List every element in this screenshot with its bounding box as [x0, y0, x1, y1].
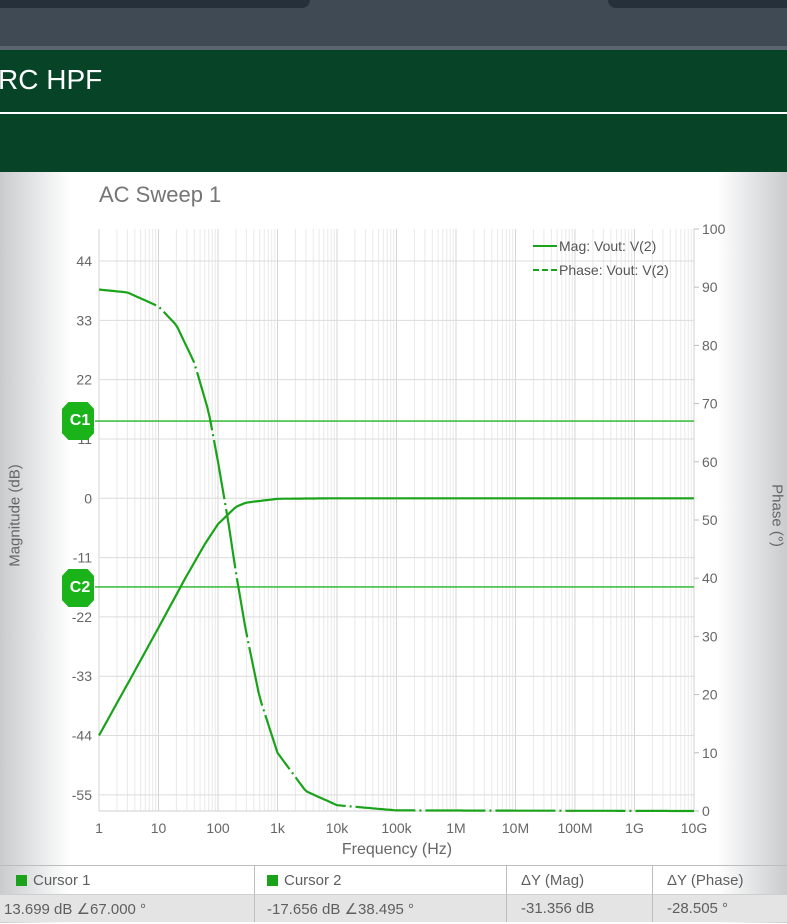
cursor-2-header-label: Cursor 2 — [284, 871, 342, 889]
cursor-1-handle[interactable]: C1 — [62, 402, 94, 440]
cursor-1-header-label: Cursor 1 — [33, 871, 91, 889]
y-left-tick-label: -33 — [72, 668, 92, 684]
y-axis-left-title: Magnitude (dB) — [6, 464, 24, 567]
legend-solid-swatch — [533, 245, 557, 247]
y-right-tick-label: 50 — [702, 512, 718, 528]
y-left-tick-label: -22 — [72, 609, 92, 625]
legend: Mag: Vout: V(2) Phase: Vout: V(2) — [533, 234, 669, 282]
x-tick-label: 1G — [625, 820, 644, 836]
y-left-tick-label: 0 — [84, 490, 92, 506]
y-right-tick-label: 30 — [702, 628, 718, 644]
y-axis-right-title: Phase (°) — [768, 484, 786, 547]
cursor-lines — [95, 420, 694, 588]
delta-mag-header: ΔY (Mag) — [507, 866, 653, 894]
y-right-tick-label: 90 — [702, 279, 718, 295]
y-left-tick-label: -44 — [72, 728, 92, 744]
legend-label-mag: Mag: Vout: V(2) — [559, 238, 657, 254]
delta-phase-header: ΔY (Phase) — [667, 871, 744, 889]
x-tick-label: 100k — [381, 820, 412, 836]
x-tick-label: 1 — [95, 820, 103, 836]
x-tick-label: 1k — [270, 820, 286, 836]
x-axis-title: Frequency (Hz) — [341, 841, 453, 858]
y-right-tick-label: 0 — [702, 803, 710, 819]
tick-labels: 1101001k10k100k1M10M100M1G10G443322110-1… — [72, 221, 726, 836]
cursor-2-value: -17.656 dB ∠38.495 ° — [255, 894, 507, 922]
x-tick-label: 10G — [681, 820, 707, 836]
y-right-tick-label: 70 — [702, 396, 718, 412]
cursor-1-header: Cursor 1 — [0, 866, 255, 894]
cursor-2-header: Cursor 2 — [255, 866, 507, 894]
plot-svg[interactable]: 1101001k10k100k1M10M100M1G10G443322110-1… — [0, 0, 787, 923]
legend-item-mag[interactable]: Mag: Vout: V(2) — [533, 234, 669, 258]
y-right-tick-label: 40 — [702, 570, 718, 586]
axes — [99, 228, 699, 812]
x-tick-label: 10k — [326, 820, 350, 836]
x-tick-label: 100 — [206, 820, 230, 836]
x-tick-label: 10 — [151, 820, 167, 836]
grid-lines — [98, 229, 695, 811]
y-right-tick-label: 80 — [702, 337, 718, 353]
y-left-tick-label: -55 — [72, 787, 92, 803]
cursor-2-handle[interactable]: C2 — [62, 569, 94, 607]
y-left-tick-label: 44 — [76, 253, 92, 269]
y-right-tick-label: 10 — [702, 745, 718, 761]
cursor-1-color-swatch — [16, 874, 27, 886]
legend-dashdot-swatch — [533, 269, 557, 271]
y-left-tick-label: 22 — [76, 372, 92, 388]
y-right-tick-label: 20 — [702, 687, 718, 703]
cursor-1-value: 13.699 dB ∠67.000 ° — [0, 894, 255, 922]
y-right-tick-label: 100 — [702, 221, 726, 237]
x-tick-label: 10M — [502, 820, 529, 836]
x-tick-label: 100M — [557, 820, 592, 836]
x-tick-label: 1M — [446, 820, 465, 836]
y-left-tick-label: 33 — [76, 312, 92, 328]
y-right-tick-label: 60 — [702, 454, 718, 470]
y-left-tick-label: -11 — [73, 550, 92, 566]
delta-phase-value: -28.505 ° — [653, 894, 787, 922]
delta-mag-value: -31.356 dB — [507, 894, 653, 922]
legend-label-phase: Phase: Vout: V(2) — [559, 262, 669, 278]
cursor-table: Cursor 1 Cursor 2 ΔY (Mag) ΔY (Phase) 13… — [0, 865, 787, 924]
legend-item-phase[interactable]: Phase: Vout: V(2) — [533, 258, 669, 282]
cursor-2-color-swatch — [267, 874, 278, 886]
